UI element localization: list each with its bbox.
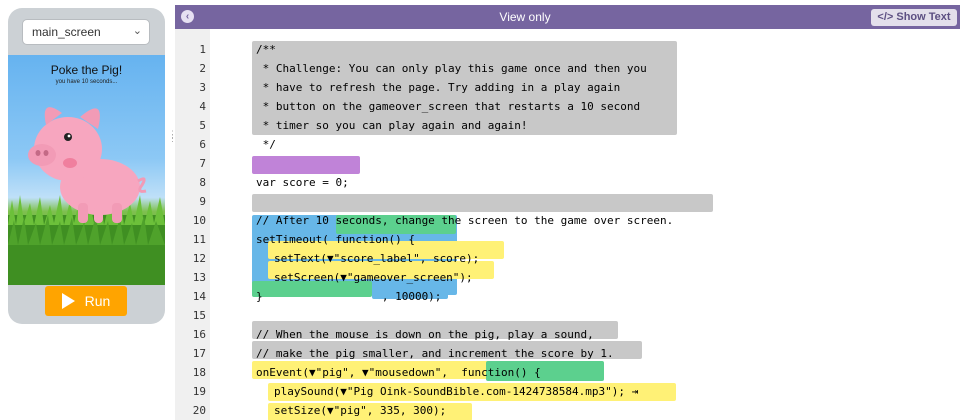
- line-number: 17: [192, 347, 206, 360]
- line-number: 8: [199, 176, 206, 189]
- code-line[interactable]: * have to refresh the page. Try adding i…: [256, 81, 621, 94]
- screen-dropdown[interactable]: main_screen ⌄: [22, 19, 150, 45]
- line-number: 5: [199, 119, 206, 132]
- code-line[interactable]: * timer so you can play again and again!: [256, 119, 528, 132]
- line-number: 20: [192, 404, 206, 417]
- code-line[interactable]: onEvent(▼"pig", ▼"mousedown", function()…: [256, 366, 541, 379]
- code-line[interactable]: setTimeout( function() {: [256, 233, 415, 246]
- line-number: 9: [199, 195, 206, 208]
- code-line[interactable]: setSize(▼"pig", 335, 300);: [274, 404, 446, 417]
- score-label: you have 10 seconds...: [55, 79, 118, 85]
- code-line[interactable]: // When the mouse is down on the pig, pl…: [256, 328, 594, 341]
- code-line[interactable]: } , 10000);: [256, 290, 441, 303]
- line-number: 11: [192, 233, 206, 246]
- code-line[interactable]: // make the pig smaller, and increment t…: [256, 347, 614, 360]
- code-workspace[interactable]: 1 /** 2 * Challenge: You can only play thi…: [193, 29, 960, 420]
- code-editor: View only ‹ </> Show Text 1 /** 2 * Challe…: [175, 5, 960, 420]
- code-line[interactable]: setText(▼"score_label", score);: [274, 252, 479, 265]
- app-screen[interactable]: Poke the Pig! you have 10 seconds...: [8, 55, 165, 285]
- line-number: 19: [192, 385, 206, 398]
- collapse-arrow-icon[interactable]: ‹: [181, 10, 194, 23]
- code-line[interactable]: * button on the gameover_screen that res…: [256, 100, 641, 113]
- screen-dropdown-value: main_screen: [32, 25, 101, 39]
- comment-line-block[interactable]: [252, 194, 713, 212]
- app-title-label: Poke the Pig!: [50, 63, 123, 77]
- app-preview-panel: main_screen ⌄ Poke the Pig! you have 10 …: [8, 8, 165, 324]
- view-only-label: View only: [499, 10, 551, 24]
- line-number: 18: [192, 366, 206, 379]
- run-button-label: Run: [84, 293, 111, 309]
- show-text-button[interactable]: </> Show Text: [871, 9, 957, 26]
- line-number: 16: [192, 328, 206, 341]
- code-line[interactable]: // After 10 seconds, change the screen t…: [256, 214, 673, 227]
- line-number: 12: [192, 252, 206, 265]
- code-brackets-icon: </>: [877, 11, 894, 23]
- line-number: 4: [199, 100, 206, 113]
- line-number: 1: [199, 43, 206, 56]
- code-line[interactable]: * Challenge: You can only play this game…: [256, 62, 647, 75]
- chevron-down-icon: ⌄: [132, 25, 142, 37]
- show-text-label: Show Text: [896, 11, 951, 23]
- editor-header: View only ‹ </> Show Text: [175, 5, 960, 29]
- line-number: 3: [199, 81, 206, 94]
- play-icon: [61, 293, 75, 309]
- line-number: 14: [192, 290, 206, 303]
- line-number: 6: [199, 138, 206, 151]
- code-line[interactable]: /**: [256, 43, 276, 56]
- code-line[interactable]: */: [256, 138, 276, 151]
- line-number: 7: [199, 157, 206, 170]
- line-number: 13: [192, 271, 206, 284]
- run-button[interactable]: Run: [45, 286, 127, 316]
- line-number: 2: [199, 62, 206, 75]
- code-line[interactable]: setScreen(▼"gameover_screen");: [274, 271, 473, 284]
- resize-handle[interactable]: ⋮ ⋮: [168, 130, 177, 146]
- line-number: 10: [192, 214, 206, 227]
- line-number: 15: [192, 309, 206, 322]
- code-line[interactable]: var score = 0;: [256, 176, 349, 189]
- var-score-block[interactable]: [252, 156, 360, 174]
- code-line[interactable]: playSound(▼"Pig Oink-SoundBible.com-1424…: [274, 385, 638, 398]
- pig-image[interactable]: [22, 95, 152, 225]
